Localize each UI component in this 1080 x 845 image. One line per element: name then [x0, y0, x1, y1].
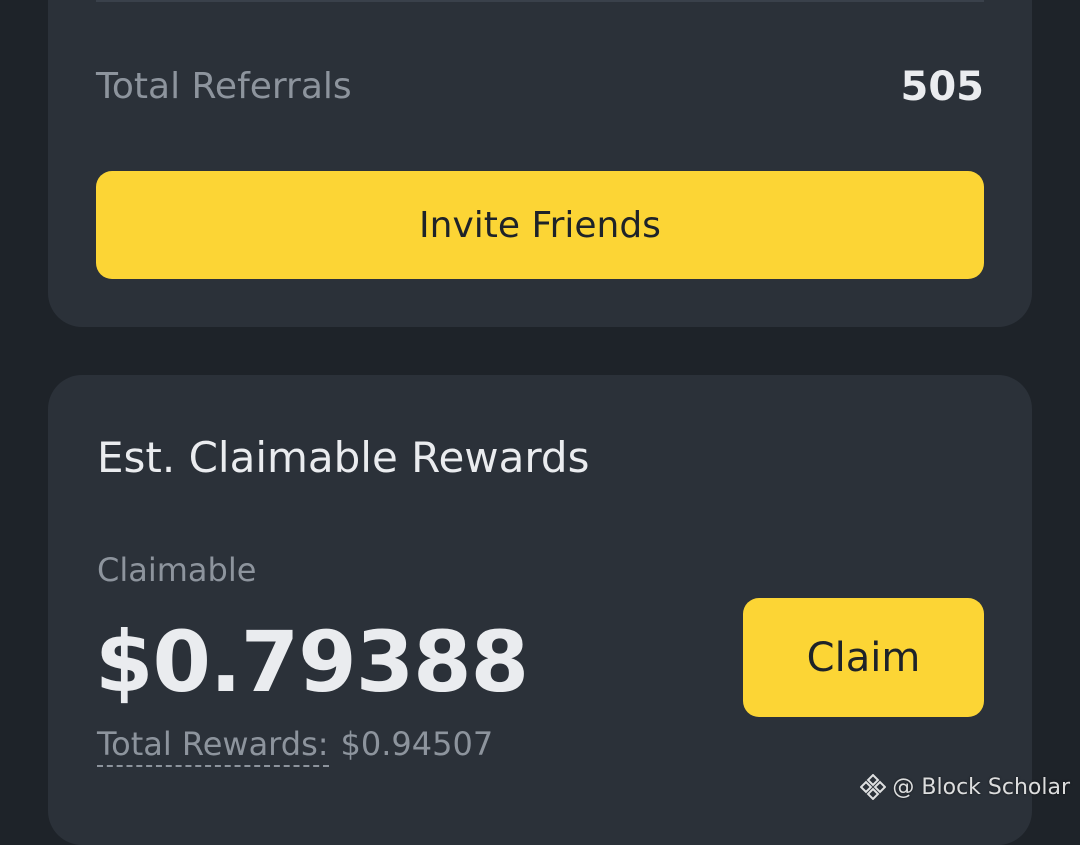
watermark-text: @ Block Scholar: [892, 774, 1070, 800]
claim-button[interactable]: Claim: [743, 598, 984, 717]
total-rewards-row: Total Rewards: $0.94507: [97, 725, 494, 767]
total-referrals-value: 505: [900, 64, 985, 110]
rewards-title: Est. Claimable Rewards: [97, 433, 590, 482]
claimable-label: Claimable: [97, 551, 257, 589]
referrals-card: Total Referrals 505 Invite Friends: [48, 0, 1032, 327]
watermark: @ Block Scholar: [860, 774, 1070, 800]
total-rewards-value: $0.94507: [340, 725, 494, 763]
total-rewards-label[interactable]: Total Rewards:: [97, 725, 329, 767]
total-referrals-row: Total Referrals 505: [96, 62, 984, 112]
binance-logo-icon: [860, 774, 887, 800]
invite-friends-button[interactable]: Invite Friends: [96, 171, 984, 279]
total-referrals-label: Total Referrals: [96, 66, 352, 107]
claimable-amount: $0.79388: [95, 613, 529, 711]
divider: [96, 0, 984, 2]
